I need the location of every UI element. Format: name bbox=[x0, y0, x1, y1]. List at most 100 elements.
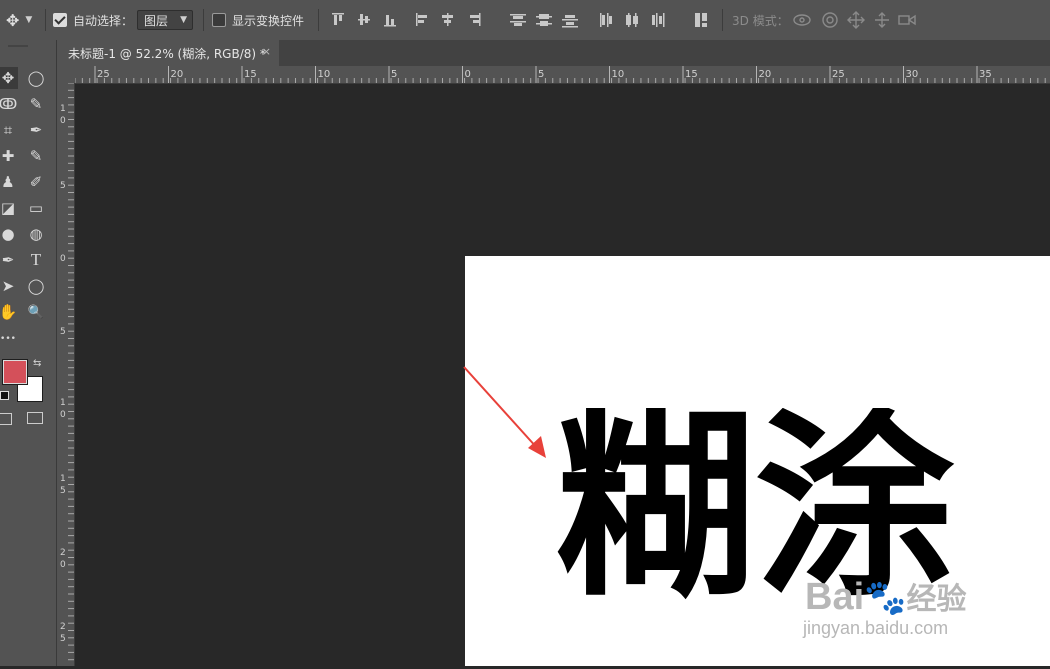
ruler-label: 15 bbox=[244, 69, 257, 80]
screen-mode-icon[interactable] bbox=[27, 412, 43, 424]
history-brush-icon[interactable]: ✐ bbox=[24, 171, 48, 193]
healing-brush-icon[interactable]: ✚ bbox=[0, 145, 20, 167]
watermark-url: jingyan.baidu.com bbox=[803, 618, 949, 638]
type-tool-icon[interactable]: T bbox=[24, 249, 48, 271]
auto-select-label: 自动选择： bbox=[73, 13, 134, 28]
options-bar: ✥ ▼ 自动选择： 图层 ▼ 显示变换控件 3D 模式： bbox=[0, 0, 1050, 41]
gradient-icon[interactable]: ▭ bbox=[24, 197, 48, 219]
tools-panel: ✥ ◯ ↂ ✎ ⌗ ✒ ✚ ✎ ♟ ✐ ◪ ▭ ● ◍ ✒ T ➤ ◯ ✋ 🔍 … bbox=[0, 40, 57, 666]
distribute-top-icon bbox=[510, 14, 526, 26]
align-distribute-icons bbox=[332, 13, 707, 28]
mode-3d-label: 3D 模式： bbox=[732, 13, 789, 28]
distribute-right-icon bbox=[652, 13, 665, 27]
ruler-label: 25 bbox=[832, 69, 845, 80]
distribute-left-icon bbox=[600, 13, 612, 27]
ruler-label: 5 bbox=[391, 69, 397, 80]
move-tool-icon[interactable]: ✥ bbox=[0, 67, 20, 89]
3d-mode-icons bbox=[793, 11, 916, 29]
distribute-vcenter-icon bbox=[536, 14, 552, 26]
auto-select-value: 图层 bbox=[144, 13, 169, 28]
blur-icon[interactable]: ● bbox=[0, 223, 20, 245]
quick-mask-icon[interactable] bbox=[0, 413, 12, 425]
distribute-hcenter-icon bbox=[626, 13, 638, 27]
lasso-icon[interactable]: ↂ bbox=[0, 93, 20, 115]
move-icon: ✥ bbox=[6, 10, 20, 30]
3d-slide-icon bbox=[875, 12, 889, 28]
quick-select-icon[interactable]: ✎ bbox=[24, 93, 48, 115]
default-colors-icon[interactable] bbox=[0, 391, 9, 400]
show-transform-label: 显示变换控件 bbox=[232, 13, 305, 28]
ruler-label: 15 bbox=[685, 69, 698, 80]
dodge-icon[interactable]: ◍ bbox=[24, 223, 48, 245]
close-icon[interactable]: × bbox=[262, 45, 271, 58]
path-select-icon[interactable]: ➤ bbox=[0, 275, 20, 297]
ruler-label: 2 bbox=[60, 548, 66, 558]
auto-select-checkbox[interactable]: 自动选择： bbox=[53, 0, 133, 40]
watermark-brand: Bai🐾经验 bbox=[805, 576, 967, 618]
ruler-label: 5 bbox=[60, 486, 66, 496]
align-bottom-icon bbox=[384, 15, 396, 27]
align-right-icon bbox=[470, 13, 481, 26]
3d-pan-icon bbox=[847, 11, 865, 29]
3d-scale-icon bbox=[898, 14, 916, 26]
ruler-label: 5 bbox=[60, 327, 66, 337]
show-transform-checkbox[interactable]: 显示变换控件 bbox=[212, 0, 304, 40]
panel-grip bbox=[8, 45, 28, 47]
document-tab[interactable]: 未标题-1 @ 52.2% (糊涂, RGB/8) * × bbox=[57, 40, 279, 66]
distribute-bottom-icon bbox=[562, 15, 578, 28]
move-tool-preset[interactable]: ✥ ▼ bbox=[6, 0, 32, 40]
ruler-label: 20 bbox=[759, 69, 772, 80]
ruler-label: 1 bbox=[60, 398, 66, 408]
auto-select-dropdown[interactable]: 图层 ▼ bbox=[137, 10, 193, 30]
ruler-label: 5 bbox=[60, 634, 66, 644]
ruler-label: 0 bbox=[60, 560, 66, 570]
ruler-label: 25 bbox=[97, 69, 110, 80]
vertical-ruler[interactable]: 1050510152025 bbox=[57, 82, 75, 666]
ruler-label: 0 bbox=[60, 254, 66, 264]
hand-icon[interactable]: ✋ bbox=[0, 301, 20, 323]
ruler-label: 0 bbox=[60, 116, 66, 126]
align-hcenter-icon bbox=[442, 13, 453, 26]
ruler-label: 1 bbox=[60, 104, 66, 114]
ruler-label: 0 bbox=[465, 69, 471, 80]
swap-colors-icon[interactable]: ⇆ bbox=[33, 358, 41, 369]
brush-icon[interactable]: ✎ bbox=[24, 145, 48, 167]
chevron-down-icon: ▼ bbox=[25, 15, 33, 25]
align-top-icon bbox=[332, 13, 344, 25]
ellipse-shape-icon[interactable]: ◯ bbox=[24, 275, 48, 297]
document-tab-title: 未标题-1 @ 52.2% (糊涂, RGB/8) * bbox=[68, 46, 266, 61]
ellipse-marquee-icon[interactable]: ◯ bbox=[24, 67, 48, 89]
horizontal-ruler-ticks: 25 20 15 10 5 0 5 10 15 20 25 30 35 bbox=[74, 66, 1046, 83]
ruler-origin[interactable] bbox=[57, 66, 75, 83]
ruler-label: 5 bbox=[538, 69, 544, 80]
eyedropper-icon[interactable]: ✒ bbox=[24, 119, 48, 141]
crop-icon[interactable]: ⌗ bbox=[0, 119, 20, 141]
ruler-label: 20 bbox=[171, 69, 184, 80]
document-tab-bar: 未标题-1 @ 52.2% (糊涂, RGB/8) * × bbox=[57, 40, 1050, 66]
horizontal-ruler[interactable]: 25 20 15 10 5 0 5 10 15 20 25 30 35 bbox=[74, 66, 1050, 84]
checkbox-checked-icon[interactable] bbox=[53, 13, 67, 27]
align-left-icon bbox=[416, 13, 427, 26]
auto-align-icon bbox=[695, 13, 707, 27]
align-vcenter-icon bbox=[358, 14, 370, 25]
3d-orbit-icon bbox=[793, 14, 811, 26]
annotation-arrow-icon bbox=[463, 366, 546, 458]
ruler-label: 0 bbox=[60, 410, 66, 420]
3d-roll-icon bbox=[822, 12, 838, 28]
ruler-label: 2 bbox=[60, 622, 66, 632]
pen-icon[interactable]: ✒ bbox=[0, 249, 20, 271]
checkbox-unchecked-icon[interactable] bbox=[212, 13, 226, 27]
ruler-label: 1 bbox=[60, 474, 66, 484]
ruler-label: 35 bbox=[979, 69, 992, 80]
chevron-down-icon: ▼ bbox=[180, 15, 187, 25]
clone-stamp-icon[interactable]: ♟ bbox=[0, 171, 20, 193]
foreground-color-swatch[interactable] bbox=[2, 359, 28, 385]
more-tools-icon[interactable]: ••• bbox=[0, 328, 20, 350]
eraser-icon[interactable]: ◪ bbox=[0, 197, 20, 219]
ruler-label: 30 bbox=[906, 69, 919, 80]
paw-icon: 🐾 bbox=[864, 579, 907, 617]
ruler-label: 5 bbox=[60, 181, 66, 191]
ruler-label: 10 bbox=[612, 69, 625, 80]
zoom-icon[interactable]: 🔍 bbox=[24, 301, 48, 323]
ruler-label: 10 bbox=[318, 69, 331, 80]
